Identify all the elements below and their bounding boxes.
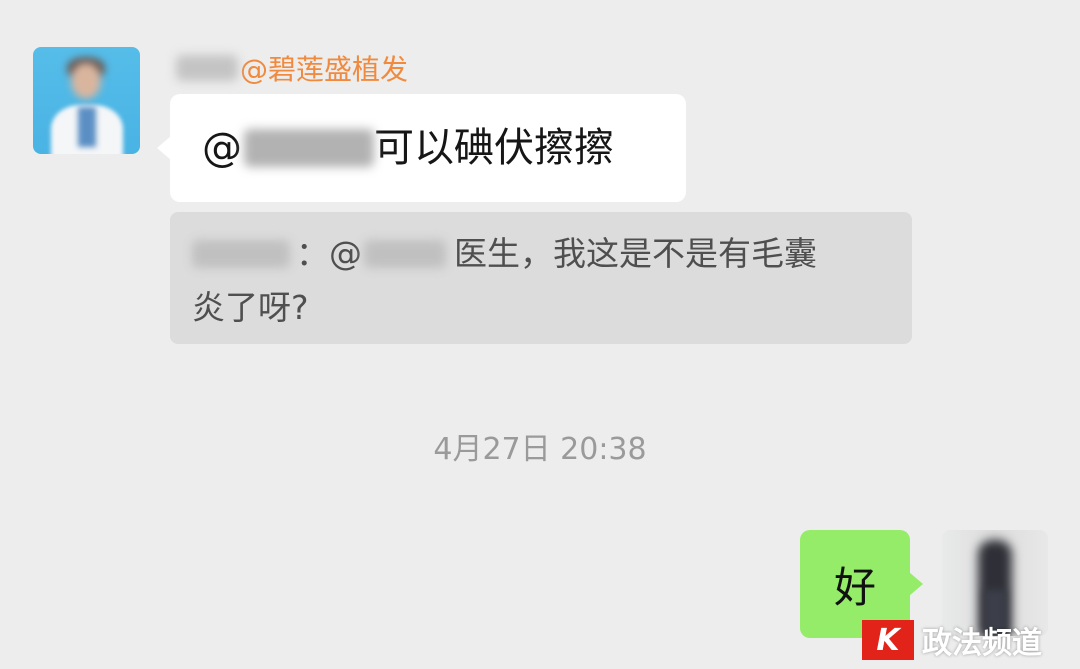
avatar-face-blurred — [71, 63, 101, 99]
quoted-message[interactable]: ：@ 医生，我这是不是有毛囊 炎了呀? — [170, 212, 912, 344]
channel-watermark: K 政法频道 — [862, 620, 1042, 661]
sender-name-suffix: @碧莲盛植发 — [240, 53, 409, 86]
incoming-message-bubble[interactable]: @ 可以碘伏擦擦 — [157, 94, 686, 202]
watermark-text: 政法频道 — [922, 626, 1042, 661]
message-body: 可以碘伏擦擦 — [374, 125, 614, 171]
quoted-message-line-1: ：@ 医生，我这是不是有毛囊 — [192, 234, 817, 274]
mention-prefix: @ — [202, 125, 242, 171]
incoming-message-text: @ 可以碘伏擦擦 — [202, 124, 614, 172]
sender-avatar[interactable] — [33, 47, 140, 154]
message-timestamp: 4月27日 20:38 — [433, 432, 647, 467]
avatar-collar — [78, 107, 96, 147]
quoted-message-line-2: 炎了呀? — [192, 288, 309, 327]
quoted-text-1: 医生，我这是不是有毛囊 — [454, 234, 817, 273]
quoted-separator: ：@ — [296, 234, 362, 273]
mention-name-blurred — [244, 129, 374, 167]
sender-name-blurred — [176, 55, 238, 81]
watermark-logo: K — [862, 620, 914, 660]
sender-name: @碧莲盛植发 — [176, 50, 408, 86]
quoted-author-blurred — [192, 240, 290, 268]
quoted-mention-blurred — [364, 240, 446, 268]
